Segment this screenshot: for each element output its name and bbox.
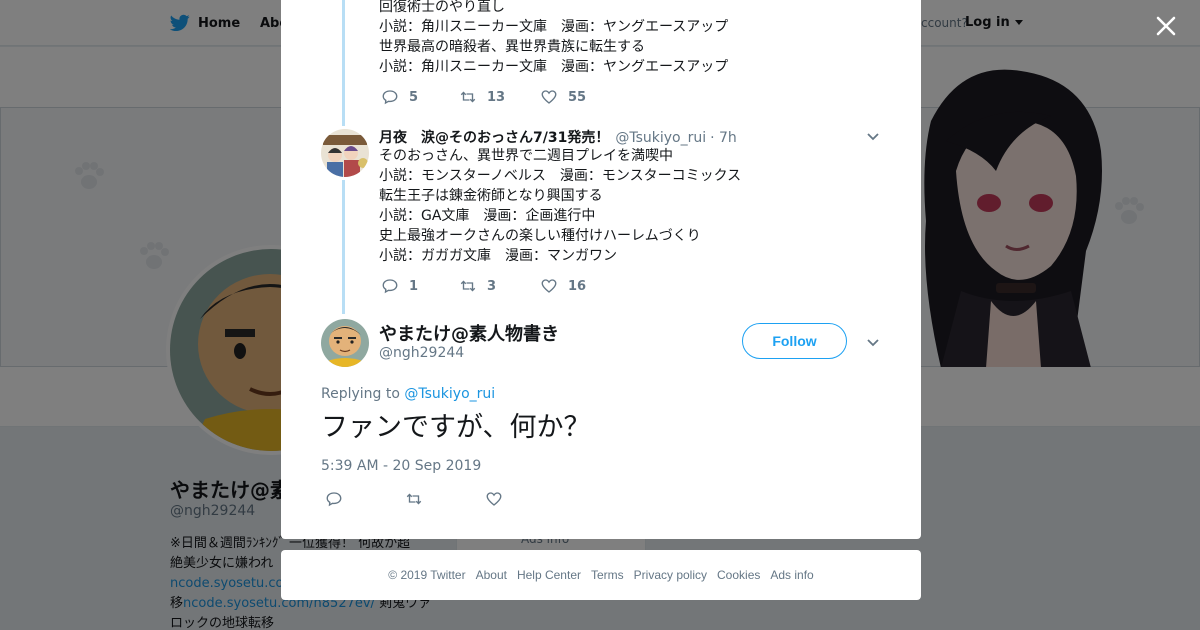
reply-button[interactable]: 1	[381, 277, 459, 295]
replying-to: Replying to @Tsukiyo_rui	[321, 386, 495, 402]
like-count: 16	[568, 278, 587, 294]
retweet-icon	[460, 280, 476, 292]
footer-link-terms[interactable]: Terms	[591, 568, 624, 582]
replying-prefix: Replying to	[321, 386, 405, 402]
footer-link-about[interactable]: About	[476, 568, 507, 582]
footer-link-cookies[interactable]: Cookies	[717, 568, 760, 582]
modal-footer: © 2019 Twitter About Help Center Terms P…	[281, 550, 921, 600]
like-button[interactable]: 55	[540, 88, 586, 106]
chevron-down-icon[interactable]	[866, 335, 880, 349]
like-icon	[541, 90, 557, 104]
like-icon	[486, 492, 502, 506]
like-icon	[541, 279, 557, 293]
tweet-text-line: 転生王子は錬金術師となり興国する	[379, 188, 603, 204]
thread-line	[342, 0, 345, 126]
tweet-text-line: 世界最高の暗殺者、異世界貴族に転生する	[379, 39, 645, 55]
author-avatar-image	[321, 129, 369, 177]
author-avatar[interactable]	[321, 129, 369, 177]
main-tweet-text: ファンですが、何か？	[321, 412, 591, 443]
retweet-button[interactable]: 3	[459, 277, 540, 295]
tweet-actions: 5 13 55	[381, 88, 586, 106]
main-author-avatar-image	[321, 319, 369, 367]
main-tweet-timestamp[interactable]: 5:39 AM - 20 Sep 2019	[321, 458, 481, 474]
tweet-text-line: 小説：モンスターノベルス 漫画：モンスターコミックス	[379, 168, 742, 184]
like-button[interactable]: 16	[540, 277, 586, 295]
chevron-down-icon[interactable]	[866, 129, 880, 143]
tweet-text-line: 小説：GA文庫 漫画：企画進行中	[379, 208, 596, 224]
footer-copyright: © 2019 Twitter	[388, 568, 466, 582]
tweet-text-line: 史上最強オークさんの楽しい種付けハーレムづくり	[379, 228, 701, 244]
footer-link-help-center[interactable]: Help Center	[517, 568, 581, 582]
tweet-author[interactable]: 月夜 涙@そのおっさん7/31発売！ @Tsukiyo_rui · 7h	[379, 127, 737, 147]
tweet-text-line: 小説：角川スニーカー文庫 漫画：ヤングエースアップ	[379, 59, 729, 75]
close-icon[interactable]	[1150, 10, 1182, 42]
thread-line	[342, 180, 345, 314]
tweet-actions: 1 3 16	[381, 277, 586, 295]
reply-count: 1	[409, 278, 419, 294]
reply-button[interactable]: 5	[381, 88, 459, 106]
tweet-text-line: 回復術士のやり直し	[379, 0, 505, 15]
reply-icon	[326, 492, 342, 507]
retweet-count: 3	[487, 278, 497, 294]
main-author-name[interactable]: やまたけ@素人物書き	[379, 320, 559, 346]
footer-link-ads-info[interactable]: Ads info	[770, 568, 813, 582]
retweet-button[interactable]	[405, 490, 423, 508]
tweet-text-line: そのおっさん、異世界で二週目プレイを満喫中	[379, 148, 673, 164]
like-count: 55	[568, 89, 587, 105]
tweet-modal: 回復術士のやり直し 小説：角川スニーカー文庫 漫画：ヤングエースアップ 世界最高…	[281, 0, 921, 539]
main-author-avatar[interactable]	[321, 319, 369, 367]
tweet-text-line: 小説：ガガガ文庫 漫画：マンガワン	[379, 248, 617, 264]
main-tweet-actions	[325, 490, 565, 508]
reply-icon	[382, 90, 398, 105]
retweet-icon	[460, 91, 476, 103]
author-handle: @Tsukiyo_rui	[615, 130, 707, 146]
reply-button[interactable]	[325, 490, 343, 508]
like-button[interactable]	[485, 490, 503, 508]
retweet-icon	[406, 493, 422, 505]
retweet-count: 13	[487, 89, 506, 105]
footer-link-privacy[interactable]: Privacy policy	[634, 568, 707, 582]
retweet-button[interactable]: 13	[459, 88, 540, 106]
main-author-handle[interactable]: @ngh29244	[379, 345, 464, 361]
follow-button[interactable]: Follow	[742, 323, 847, 359]
tweet-time[interactable]: · 7h	[710, 130, 737, 146]
replying-to-link[interactable]: @Tsukiyo_rui	[404, 386, 495, 402]
reply-count: 5	[409, 89, 419, 105]
tweet-text-line: 小説：角川スニーカー文庫 漫画：ヤングエースアップ	[379, 19, 729, 35]
reply-icon	[382, 279, 398, 294]
author-name: 月夜 涙@そのおっさん7/31発売！	[379, 130, 610, 146]
